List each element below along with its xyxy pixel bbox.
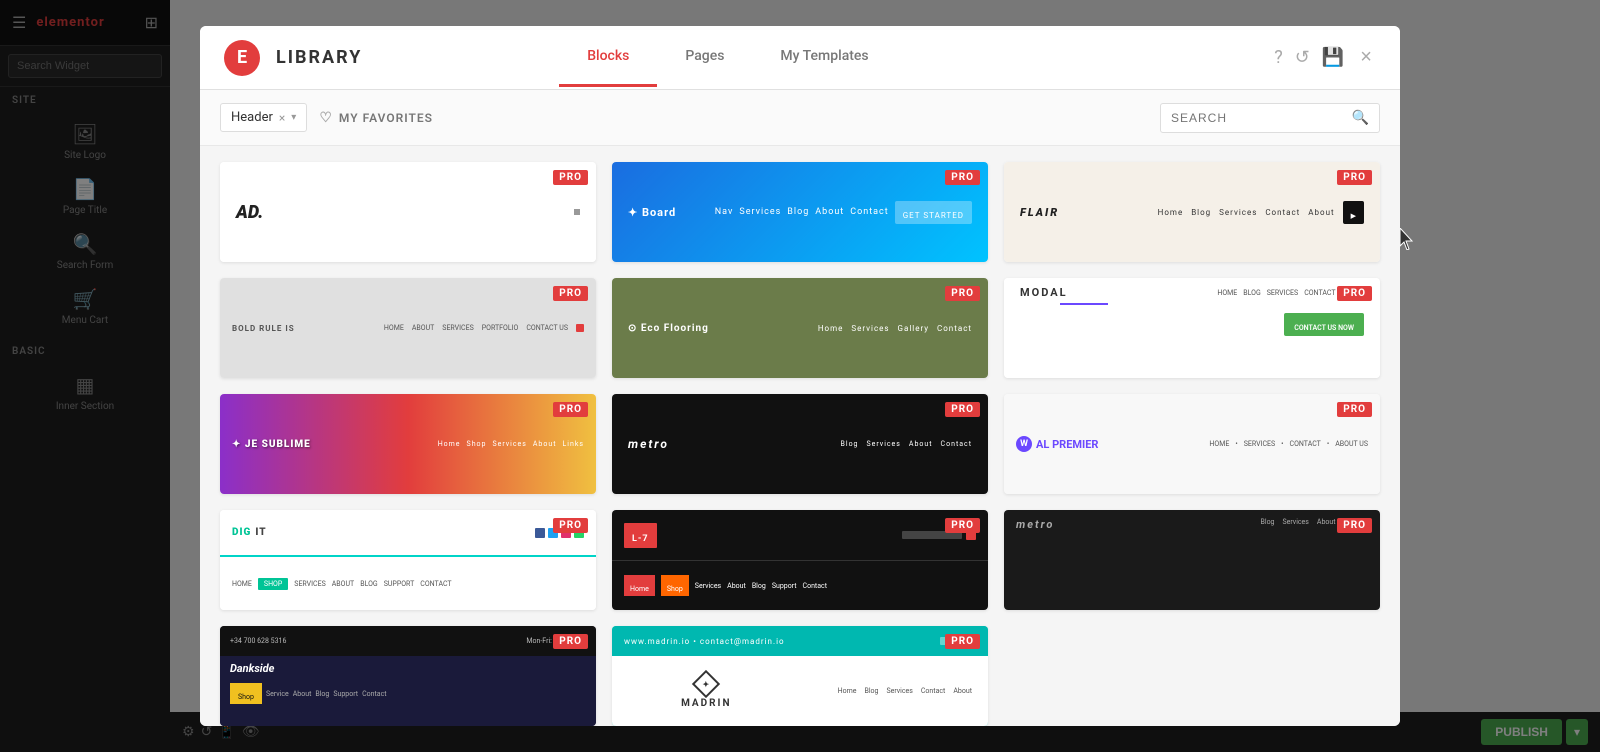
template-preview-dankside: +34 700 628 5316 Mon-Fri: 8:00 - 9:00 Da… (220, 626, 596, 726)
modal-toolbar: Header × ▾ ♡ MY FAVORITES 🔍 (200, 90, 1400, 146)
template-preview-armond: L-7 Home Shop Services (612, 510, 988, 610)
modal-close-button[interactable]: × (1356, 42, 1376, 73)
pro-badge-3: PRO (1337, 170, 1372, 185)
template-card-dankside[interactable]: +34 700 628 5316 Mon-Fri: 8:00 - 9:00 Da… (220, 626, 596, 726)
save-icon[interactable]: 💾 (1322, 47, 1344, 68)
filter-dropdown[interactable]: Header × ▾ (220, 103, 307, 132)
modal-tabs: Blocks Pages My Templates (559, 28, 896, 87)
pro-badge-4: PRO (553, 286, 588, 301)
modal-content[interactable]: AD. PRO ✦ Board Nav Services (200, 146, 1400, 726)
favorites-label: MY FAVORITES (339, 111, 433, 125)
favorites-button[interactable]: ♡ MY FAVORITES (319, 110, 433, 126)
template-card-nav[interactable]: BOLD RULE IS HOME ABOUT SERVICES PORTFOL… (220, 278, 596, 378)
template-card-metro[interactable]: metro Blog Services About Contact PRO (612, 394, 988, 494)
filter-value: Header (231, 110, 273, 125)
template-preview-olive: ⊙ Eco Flooring Home Services Gallery Con… (612, 278, 988, 378)
template-preview-num2: W AL PREMIER HOME • SERVICES • CONTACT • (1004, 394, 1380, 494)
search-box[interactable]: 🔍 (1160, 103, 1380, 133)
pro-badge-8: PRO (945, 402, 980, 417)
pro-badge-11: PRO (945, 518, 980, 533)
template-card-dig[interactable]: DIG IT HOME (220, 510, 596, 610)
search-input[interactable] (1171, 111, 1346, 125)
pro-badge-2: PRO (945, 170, 980, 185)
refresh-icon[interactable]: ↺ (1295, 47, 1310, 68)
tab-pages[interactable]: Pages (657, 28, 752, 87)
template-card-blue[interactable]: ✦ Board Nav Services Blog About Contact … (612, 162, 988, 262)
template-preview-metro: metro Blog Services About Contact (612, 394, 988, 494)
template-card-olive[interactable]: ⊙ Eco Flooring Home Services Gallery Con… (612, 278, 988, 378)
modal-overlay: E LIBRARY Blocks Pages My Templates ? ↺ … (0, 0, 1600, 752)
heart-icon: ♡ (319, 110, 333, 126)
template-card-modal[interactable]: MODAL HOME BLOG SERVICES CONTACT ABOUT (1004, 278, 1380, 378)
template-card-num2[interactable]: W AL PREMIER HOME • SERVICES • CONTACT • (1004, 394, 1380, 494)
template-preview-dig: DIG IT HOME (220, 510, 596, 610)
tab-blocks[interactable]: Blocks (559, 28, 657, 87)
template-card-ad[interactable]: AD. PRO (220, 162, 596, 262)
library-title: LIBRARY (276, 47, 362, 68)
help-icon[interactable]: ? (1274, 47, 1283, 68)
filter-arrow-icon: ▾ (291, 112, 296, 123)
template-preview-madrin: www.madrin.io • contact@madrin.io (612, 626, 988, 726)
templates-grid: AD. PRO ✦ Board Nav Services (220, 162, 1380, 726)
search-icon: 🔍 (1352, 110, 1369, 126)
template-card-metro-bottom[interactable]: metro Blog Services About Contact PRO (1004, 510, 1380, 610)
modal-header: E LIBRARY Blocks Pages My Templates ? ↺ … (200, 26, 1400, 90)
pro-badge-10: PRO (553, 518, 588, 533)
template-preview-colorful: ✦ JE SUBLIME Home Shop Services About Li… (220, 394, 596, 494)
template-preview-blue: ✦ Board Nav Services Blog About Contact … (612, 162, 988, 262)
pro-badge-5: PRO (945, 286, 980, 301)
library-logo: E (224, 40, 260, 76)
template-preview-beige: FLAIR Home Blog Services Contact About ▶ (1004, 162, 1380, 262)
pro-badge-7: PRO (553, 402, 588, 417)
pro-badge-6: PRO (1337, 286, 1372, 301)
pro-badge-13: PRO (553, 634, 588, 649)
pro-badge-9: PRO (1337, 402, 1372, 417)
template-preview-nav: BOLD RULE IS HOME ABOUT SERVICES PORTFOL… (220, 278, 596, 378)
template-card-armond[interactable]: L-7 Home Shop Services (612, 510, 988, 610)
modal-header-actions: ? ↺ 💾 × (1274, 42, 1376, 73)
library-modal: E LIBRARY Blocks Pages My Templates ? ↺ … (200, 26, 1400, 726)
template-card-madrin[interactable]: www.madrin.io • contact@madrin.io (612, 626, 988, 726)
template-card-colorful[interactable]: ✦ JE SUBLIME Home Shop Services About Li… (220, 394, 596, 494)
pro-badge: PRO (553, 170, 588, 185)
template-preview-modal: MODAL HOME BLOG SERVICES CONTACT ABOUT (1004, 278, 1380, 378)
template-card-beige[interactable]: FLAIR Home Blog Services Contact About ▶ (1004, 162, 1380, 262)
template-preview-metro-bottom: metro Blog Services About Contact (1004, 510, 1380, 610)
pro-badge-14: PRO (945, 634, 980, 649)
pro-badge-12: PRO (1337, 518, 1372, 533)
tab-my-templates[interactable]: My Templates (752, 28, 896, 87)
template-preview-ad: AD. (220, 162, 596, 262)
filter-clear-icon[interactable]: × (279, 111, 285, 125)
